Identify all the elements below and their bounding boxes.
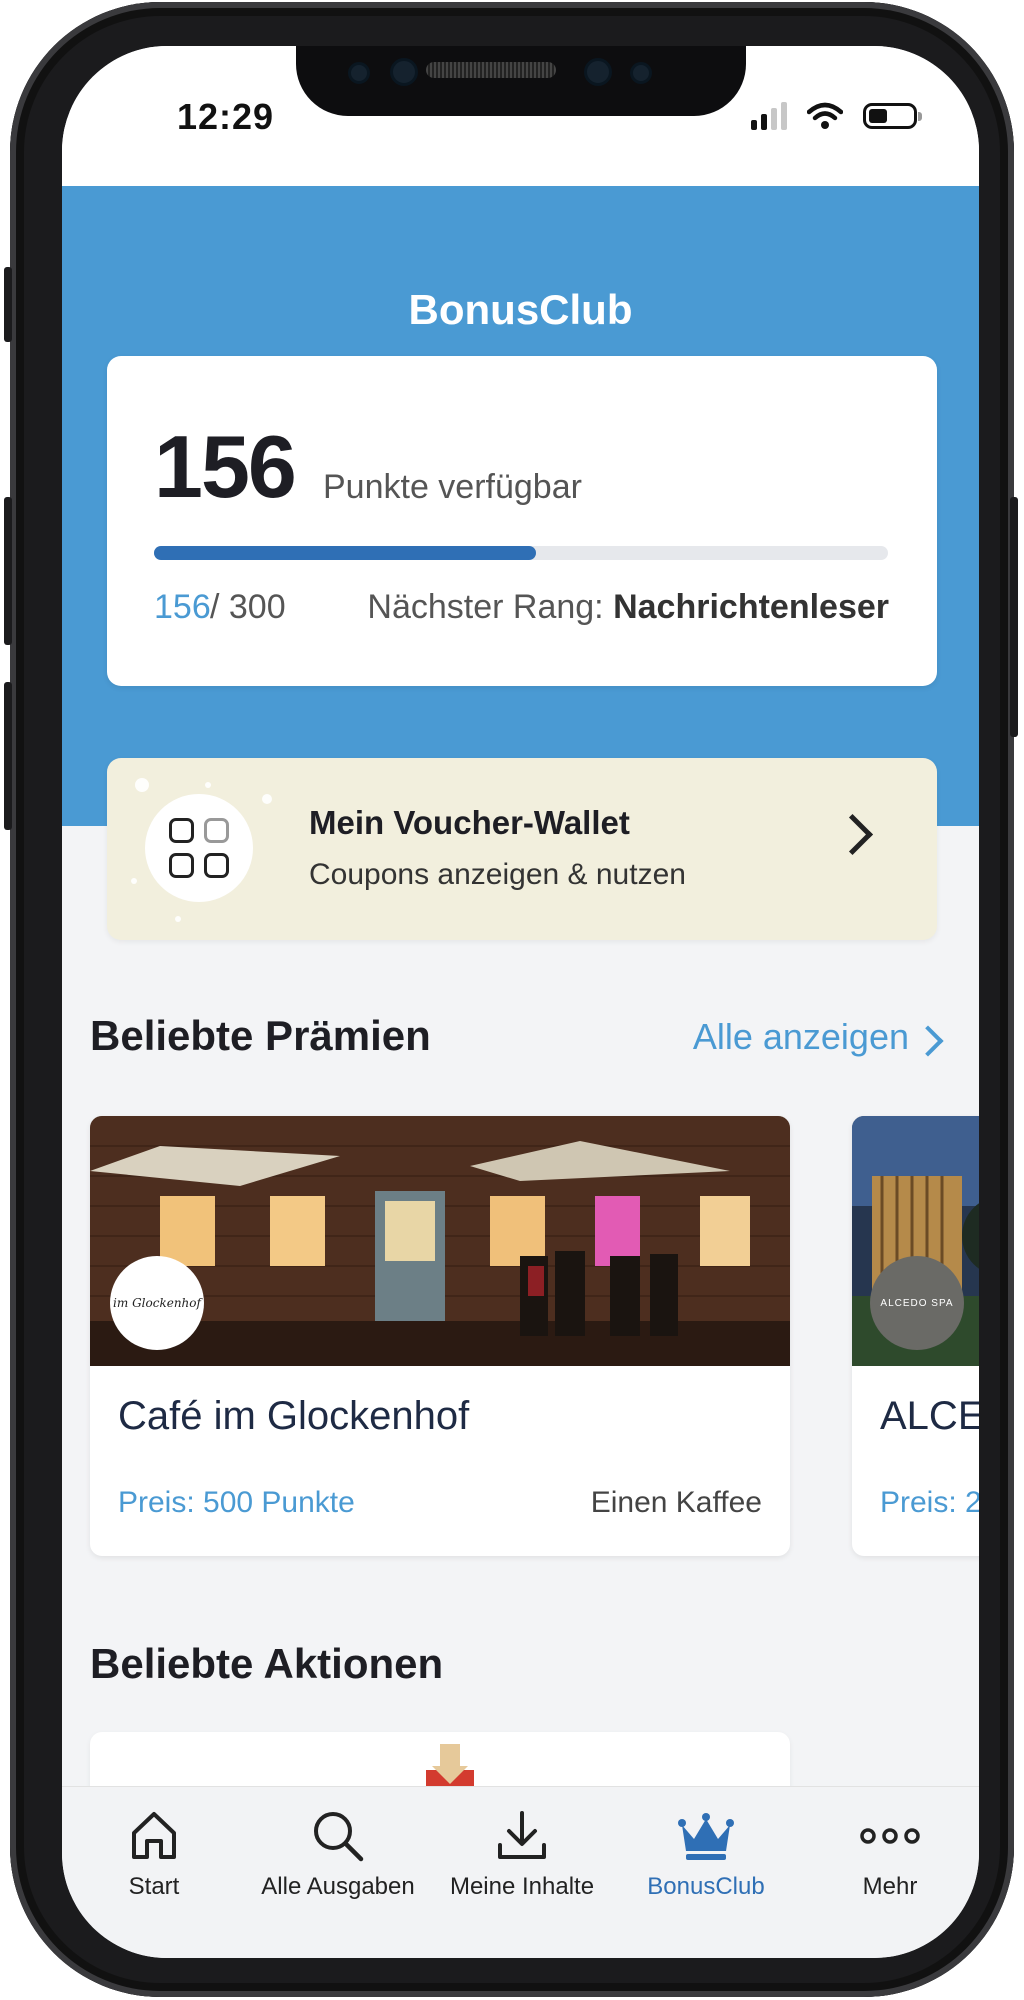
reward-description: Einen Kaffee xyxy=(590,1486,762,1519)
next-rank-label: Nächster Rang: xyxy=(367,588,604,626)
camera-icon xyxy=(584,58,612,86)
points-label: Punkte verfügbar xyxy=(323,468,582,506)
volume-up-button xyxy=(4,497,12,645)
crown-icon xyxy=(678,1813,734,1860)
power-button xyxy=(1010,497,1018,737)
next-rank: Nächster Rang: Nachrichtenleser xyxy=(367,588,889,627)
tab-label: Start xyxy=(128,1873,180,1900)
status-bar: 12:29 xyxy=(62,46,979,186)
sensor-icon xyxy=(348,62,370,84)
reward-card[interactable]: ALCEDO SPA ALCE Preis: 2. xyxy=(852,1116,979,1556)
points-card: 156 Punkte verfügbar 156 / 300 Nächster … xyxy=(107,356,937,686)
more-icon xyxy=(860,1828,920,1844)
reward-price: Preis: 500 Punkte xyxy=(118,1486,355,1519)
tab-label: Meine Inhalte xyxy=(449,1873,595,1900)
decor-dot xyxy=(131,878,137,884)
tab-bar: Start Alle Ausgaben Meine Inhalte BonusC… xyxy=(62,1786,979,1958)
grid-icon xyxy=(169,818,229,878)
wallet-icon-badge xyxy=(145,794,253,902)
reward-card[interactable]: im Glockenhof Café im Glockenhof Preis: … xyxy=(90,1116,790,1556)
reward-price: Preis: 2. xyxy=(880,1486,979,1519)
system-icons xyxy=(751,102,922,130)
reward-logo: im Glockenhof xyxy=(110,1256,204,1350)
rank-progress-bar xyxy=(154,546,888,560)
see-all-link[interactable]: Alle anzeigen xyxy=(693,1016,909,1058)
tab-label: Mehr xyxy=(862,1873,918,1900)
app-screen: 12:29 BonusClub 156 Punkte verfügbar 156… xyxy=(62,46,979,1958)
next-rank-value: Nachrichtenleser xyxy=(613,588,889,626)
decor-dot xyxy=(175,916,181,922)
silent-switch xyxy=(4,267,12,342)
decor-dot xyxy=(205,782,211,788)
battery-icon xyxy=(863,103,922,129)
tab-bonusclub[interactable]: BonusClub xyxy=(614,1787,798,1927)
points-value: 156 xyxy=(154,417,297,516)
notch xyxy=(296,46,746,116)
sensor-icon xyxy=(630,62,652,84)
wallet-title: Mein Voucher-Wallet xyxy=(309,804,630,841)
phone-frame: 12:29 BonusClub 156 Punkte verfügbar 156… xyxy=(4,2,1018,1997)
reward-name: ALCE xyxy=(880,1394,979,1438)
wifi-icon xyxy=(807,102,843,129)
tab-alle-ausgaben[interactable]: Alle Ausgaben xyxy=(246,1787,430,1927)
progress-current: 156 xyxy=(154,588,211,626)
reward-logo: ALCEDO SPA xyxy=(870,1256,964,1350)
popular-rewards-title: Beliebte Prämien xyxy=(90,1012,431,1059)
volume-down-button xyxy=(4,682,12,830)
tab-label: BonusClub xyxy=(647,1873,765,1900)
rank-progress-fill xyxy=(154,546,536,560)
voucher-wallet-card[interactable]: Mein Voucher-Wallet Coupons anzeigen & n… xyxy=(107,758,937,940)
decor-dot xyxy=(262,794,272,804)
home-icon xyxy=(132,1812,176,1859)
chevron-right-icon xyxy=(831,813,874,856)
reward-logo-text: ALCEDO SPA xyxy=(880,1297,954,1309)
search-icon xyxy=(314,1812,364,1862)
progress-total: / 300 xyxy=(210,588,286,626)
signal-icon xyxy=(751,102,787,130)
tab-meine-inhalte[interactable]: Meine Inhalte xyxy=(430,1787,614,1927)
tab-start[interactable]: Start xyxy=(62,1787,246,1927)
status-time: 12:29 xyxy=(177,96,275,137)
decor-dot xyxy=(135,778,149,792)
wallet-subtitle: Coupons anzeigen & nutzen xyxy=(309,858,686,891)
download-icon xyxy=(498,1811,546,1859)
tab-mehr[interactable]: Mehr xyxy=(798,1787,979,1927)
reward-name: Café im Glockenhof xyxy=(118,1394,470,1438)
reward-logo-text: im Glockenhof xyxy=(113,1296,201,1310)
page-title: BonusClub xyxy=(408,286,633,333)
speaker-grille xyxy=(426,62,556,78)
camera-icon xyxy=(390,58,418,86)
tab-label: Alle Ausgaben xyxy=(261,1873,415,1900)
popular-actions-title: Beliebte Aktionen xyxy=(90,1640,444,1687)
